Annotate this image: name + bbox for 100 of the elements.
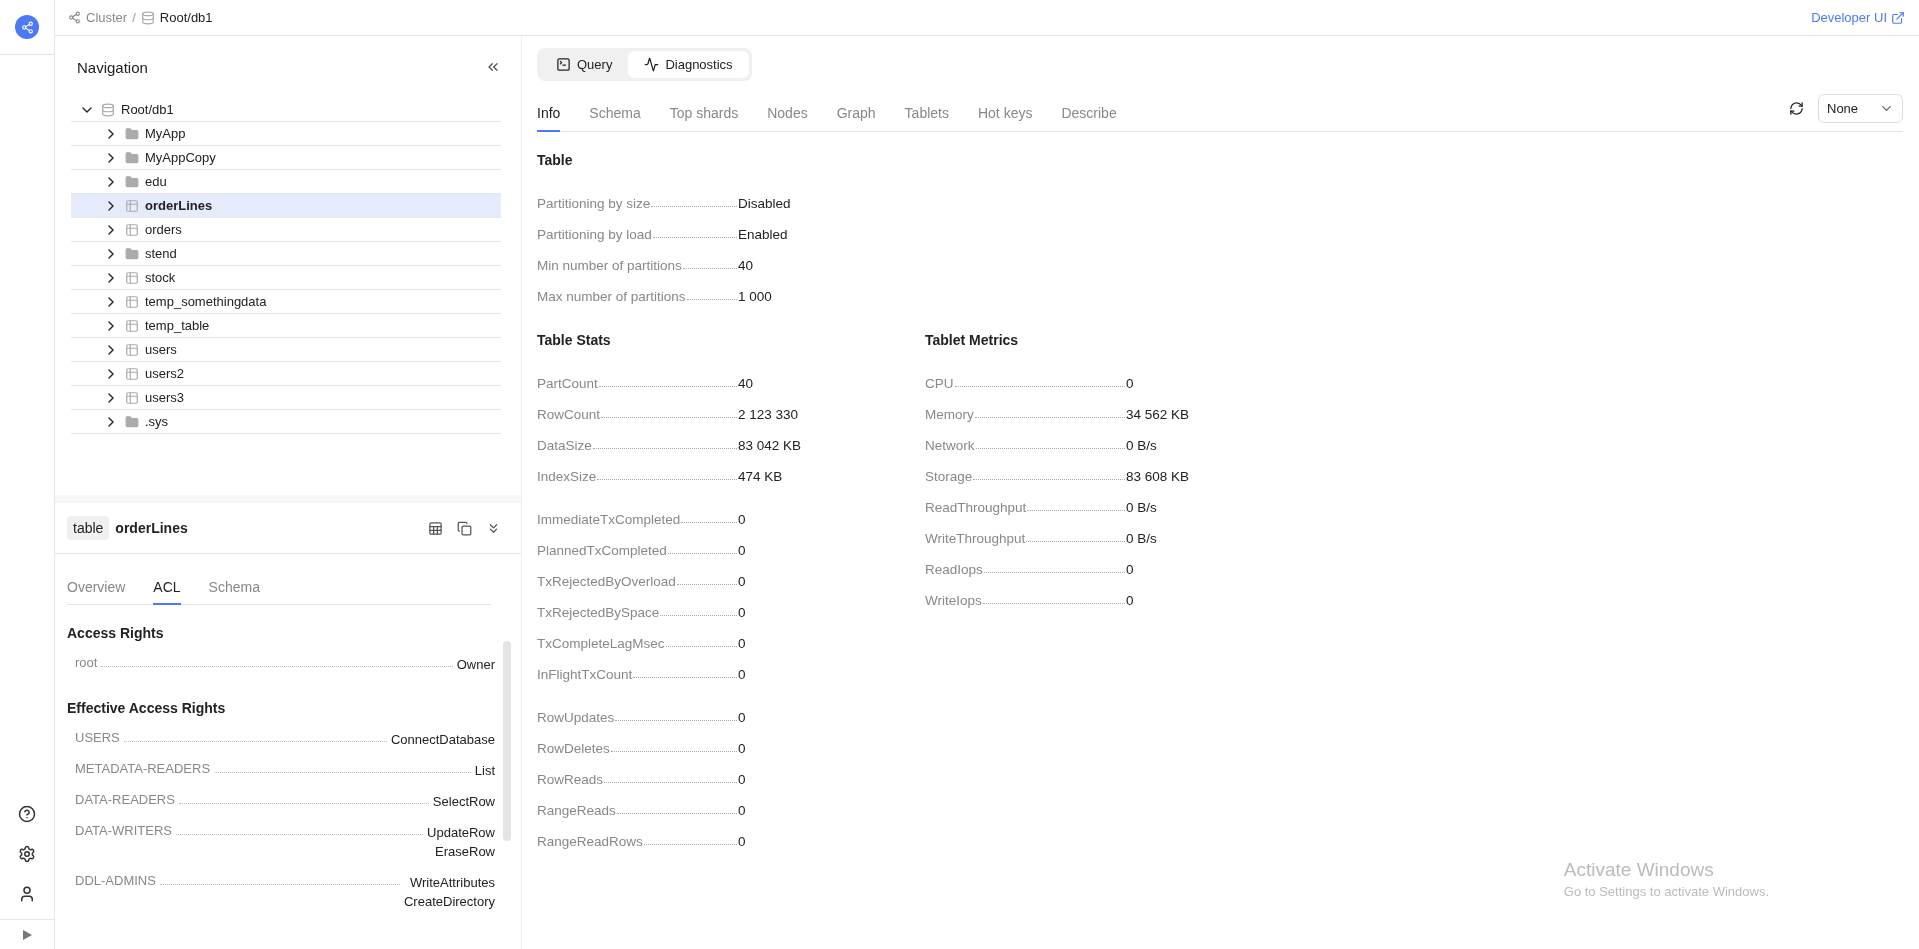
metric-label: Partitioning by load	[537, 227, 652, 242]
copy-button[interactable]	[457, 520, 472, 536]
table-icon	[125, 342, 139, 357]
acl-right: UpdateRow	[427, 824, 495, 842]
tree-item-label: MyApp	[145, 126, 186, 141]
metric-label: Min number of partitions	[537, 258, 682, 273]
metric-label: Network	[925, 438, 975, 453]
table-view-button[interactable]	[428, 520, 443, 536]
breadcrumb-link[interactable]: Cluster	[86, 10, 128, 25]
metric-value: 0	[738, 772, 747, 787]
pulse-icon	[644, 57, 660, 72]
tab[interactable]: Tablets	[904, 93, 949, 132]
metric-label: InFlightTxCount	[537, 667, 633, 682]
metric-value: 0	[738, 834, 747, 849]
breadcrumb-separator: /	[132, 10, 136, 25]
section-title: Tablet Metrics	[925, 332, 1020, 350]
tree-item[interactable]: users2	[71, 362, 501, 386]
metric-label: DataSize	[537, 438, 592, 453]
metric-label: Max number of partitions	[537, 289, 686, 304]
metric-label: Storage	[925, 469, 973, 484]
table-icon	[125, 366, 139, 381]
tree-item[interactable]: orderLines	[71, 194, 501, 218]
metric-label: CPU	[925, 376, 954, 391]
tree-item-label: users3	[145, 390, 185, 405]
metric-label: WriteIops	[925, 593, 982, 608]
tab[interactable]: Nodes	[767, 93, 808, 132]
tree-item[interactable]: stend	[71, 242, 501, 266]
database-icon	[101, 102, 115, 117]
metric-label: ReadThroughput	[925, 500, 1027, 515]
section-title: Effective Access Rights	[67, 700, 227, 716]
scrollbar-thumb[interactable]	[503, 641, 511, 841]
breadcrumb-link[interactable]: Root/db1	[159, 10, 213, 25]
acl-right: List	[474, 762, 495, 780]
tab[interactable]: Graph	[836, 93, 876, 132]
acl-right: Owner	[456, 656, 495, 674]
table-icon	[428, 520, 443, 536]
tree-item[interactable]: orders	[71, 218, 501, 242]
tree-item[interactable]: stock	[71, 266, 501, 290]
metric-value: 2 123 330	[738, 407, 800, 422]
tree-item-label: stock	[145, 270, 176, 285]
database-icon	[140, 10, 155, 25]
panel-tab[interactable]: Schema	[208, 579, 260, 605]
acl-subject: USERS	[75, 730, 120, 745]
settings-icon	[18, 845, 36, 863]
tab[interactable]: Hot keys	[977, 93, 1033, 132]
tree-item[interactable]: MyApp	[71, 122, 501, 146]
tab[interactable]: Describe	[1061, 93, 1117, 132]
tree-item[interactable]: Root/db1	[71, 98, 501, 122]
developer-ui-link[interactable]: Developer UI	[1811, 10, 1905, 25]
metric-value: 0 B/s	[1126, 438, 1158, 453]
panel-tab[interactable]: ACL	[153, 579, 181, 605]
external-link-icon	[1891, 10, 1905, 25]
type-badge: table	[67, 516, 110, 540]
metric-value: 0 B/s	[1126, 531, 1158, 546]
tree-item-label: temp_table	[145, 318, 210, 333]
refresh-icon	[1789, 100, 1804, 116]
tree-item-label: orderLines	[145, 198, 213, 213]
view-switch-button[interactable]: Query	[540, 51, 629, 78]
tree-item-label: .sys	[145, 414, 169, 429]
tree-item[interactable]: temp_table	[71, 314, 501, 338]
view-switch-button[interactable]: Diagnostics	[628, 51, 749, 78]
acl-right: EraseRow	[435, 843, 495, 861]
table-icon	[125, 198, 139, 213]
metric-value: 0	[738, 741, 747, 756]
metric-value: Enabled	[738, 227, 789, 242]
tree-item[interactable]: MyAppCopy	[71, 146, 501, 170]
metric-label: RowDeletes	[537, 741, 610, 756]
panel-tab[interactable]: Overview	[67, 579, 126, 605]
tree-item-label: MyAppCopy	[145, 150, 216, 165]
metric-value: 0	[1126, 593, 1135, 608]
refresh-interval-select[interactable]: None	[1818, 93, 1903, 123]
metric-value: 0	[738, 512, 747, 527]
tree-item[interactable]: .sys	[71, 410, 501, 434]
object-name: orderLines	[115, 520, 189, 536]
acl-right: CreateDirectory	[403, 893, 495, 911]
metric-value: 0	[738, 574, 747, 589]
metric-value: 0	[1126, 562, 1135, 577]
refresh-button[interactable]	[1789, 100, 1804, 116]
metric-label: Partitioning by size	[537, 196, 651, 211]
terminal-icon	[556, 57, 571, 72]
metric-label: RowCount	[537, 407, 601, 422]
table-icon	[125, 318, 139, 333]
play-icon	[22, 929, 32, 940]
tree-item[interactable]: temp_somethingdata	[71, 290, 501, 314]
app-logo[interactable]	[15, 15, 39, 39]
share-icon	[68, 11, 81, 24]
metric-label: RangeReadRows	[537, 834, 643, 849]
metric-label: ReadIops	[925, 562, 983, 577]
tab[interactable]: Schema	[589, 93, 641, 132]
tree-item[interactable]: users	[71, 338, 501, 362]
tab[interactable]: Info	[537, 93, 561, 132]
table-icon	[125, 390, 139, 405]
tab[interactable]: Top shards	[669, 93, 739, 132]
help-icon	[18, 805, 36, 823]
acl-subject: root	[75, 655, 98, 670]
user-icon	[18, 885, 36, 903]
tree-item[interactable]: users3	[71, 386, 501, 410]
nodes-icon	[20, 20, 34, 34]
metric-value: 0 B/s	[1126, 500, 1158, 515]
acl-subject: DATA-READERS	[75, 792, 175, 807]
